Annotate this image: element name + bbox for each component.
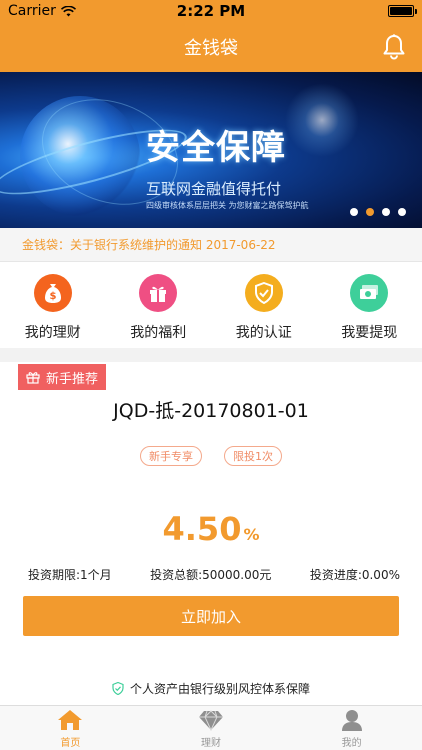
quick-action-withdraw[interactable]: 我要提现: [317, 262, 422, 348]
carousel-dot[interactable]: [350, 208, 358, 216]
quick-action-label: 我要提现: [341, 325, 398, 341]
money-bag-icon: $: [33, 274, 72, 312]
shield-check-icon: [244, 274, 283, 312]
quick-action-label: 我的理财: [24, 325, 81, 341]
home-icon: [58, 709, 83, 730]
badge-new-user-only: 新手专享: [140, 446, 202, 466]
tab-bar: 首页 理财 我的: [0, 705, 422, 750]
quick-action-my-investments[interactable]: $ 我的理财: [0, 262, 106, 348]
notice-bar[interactable]: 金钱袋：关于银行系统维护的通知 2017-06-22: [0, 228, 422, 262]
new-user-tag: 新手推荐: [18, 364, 107, 390]
invest-term: 投资期限:1个月: [28, 568, 112, 582]
svg-text:$: $: [49, 291, 56, 302]
quick-actions: $ 我的理财 我的福利 我的认证 我要提现: [0, 262, 422, 348]
user-icon: [341, 709, 362, 731]
tag-label: 新手推荐: [46, 371, 99, 387]
page-title: 金钱袋: [184, 38, 238, 59]
invest-total: 投资总额:50000.00元: [150, 568, 272, 582]
banner-subtitle: 互联网金融值得托付: [146, 180, 282, 198]
bell-icon[interactable]: [382, 34, 406, 60]
gift-icon: [139, 274, 178, 312]
tab-invest[interactable]: 理财: [141, 706, 282, 750]
product-name: JQD-抵-20170801-01: [113, 400, 309, 422]
product-badges: 新手专享 限投1次: [0, 446, 422, 466]
banner-caption: 四级审核体系层层把关 为您财富之路保驾护航: [146, 201, 309, 210]
quick-action-label: 我的认证: [235, 325, 292, 341]
invest-progress: 投资进度:0.00%: [309, 568, 400, 582]
carousel-dot[interactable]: [398, 208, 406, 216]
promo-banner[interactable]: 安全保障 互联网金融值得托付 四级审核体系层层把关 为您财富之路保驾护航: [0, 72, 422, 228]
nav-bar: 金钱袋: [0, 22, 422, 72]
cash-icon: [350, 274, 389, 312]
join-now-button[interactable]: 立即加入: [23, 596, 399, 636]
tab-label: 首页: [60, 737, 81, 749]
tab-label: 我的: [341, 737, 362, 749]
status-bar: Carrier 2:22 PM: [0, 0, 422, 22]
tab-home[interactable]: 首页: [0, 706, 141, 750]
gift-icon: [26, 372, 40, 384]
carousel-dot[interactable]: [382, 208, 390, 216]
quick-action-my-benefits[interactable]: 我的福利: [106, 262, 212, 348]
product-meta: 投资期限:1个月 投资总额:50000.00元 投资进度:0.00%: [28, 566, 400, 583]
notice-text[interactable]: 金钱袋：关于银行系统维护的通知 2017-06-22: [22, 236, 276, 253]
carousel-dot-active[interactable]: [366, 208, 374, 216]
quick-action-my-verification[interactable]: 我的认证: [211, 262, 317, 348]
tab-mine[interactable]: 我的: [281, 706, 422, 750]
diamond-icon: [199, 709, 223, 731]
quick-action-label: 我的福利: [130, 325, 187, 341]
banner-headline: 安全保障: [146, 128, 286, 168]
safety-note-text: 个人资产由银行级别风控体系保障: [129, 682, 310, 696]
rate-unit: %: [243, 525, 260, 544]
annual-rate: 4.50%: [0, 510, 422, 548]
clock: 2:22 PM: [176, 2, 246, 20]
badge-invest-limit: 限投1次: [224, 446, 282, 466]
banner-flare: [282, 80, 362, 160]
battery-icon: [388, 5, 417, 17]
safety-note: 个人资产由银行级别风控体系保障: [0, 680, 422, 697]
carousel-indicator[interactable]: [350, 208, 406, 216]
tab-label: 理财: [201, 737, 221, 749]
rate-value: 4.50: [162, 510, 242, 548]
shield-check-icon: [112, 682, 124, 695]
product-card[interactable]: 新手推荐 JQD-抵-20170801-01 新手专享 限投1次 4.50% 投…: [0, 362, 422, 705]
